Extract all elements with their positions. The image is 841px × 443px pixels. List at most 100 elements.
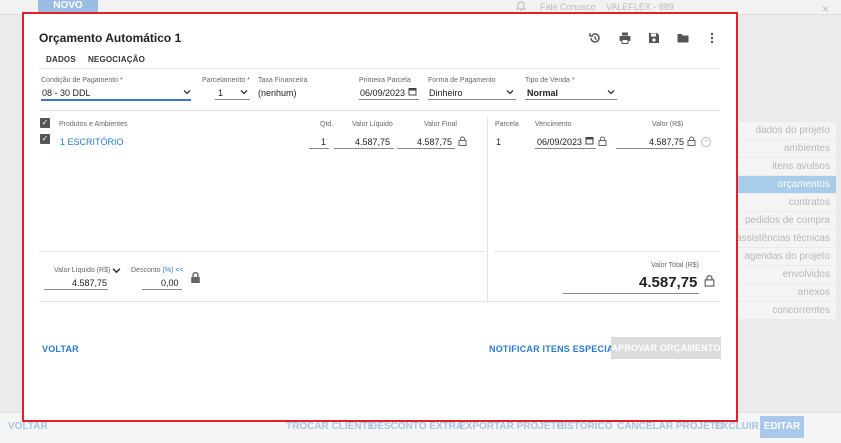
bg-voltar-button[interactable]: VOLTAR (8, 421, 48, 432)
tab-negociacao[interactable]: NEGOCIAÇÃO (88, 55, 145, 64)
editar-button[interactable]: EDITAR (760, 416, 804, 438)
tabs-divider (39, 68, 720, 69)
valor-total: 4.587,75 (639, 274, 698, 291)
lock-icon[interactable] (687, 136, 696, 148)
valor-final-underline (397, 148, 455, 149)
valor-final-cell[interactable]: 4.587,75 (417, 137, 452, 147)
notificar-button[interactable]: NOTIFICAR ITENS ESPECIAIS (489, 344, 623, 354)
cancelar-projeto-button[interactable]: CANCELAR PROJETO (617, 421, 724, 432)
more-vert-icon[interactable] (705, 31, 719, 45)
novo-button[interactable]: NOVO (38, 0, 98, 12)
valor-liquido-underline (334, 148, 394, 149)
valor-liquido-total: 4.587,75 (72, 278, 108, 288)
sidebar-item[interactable]: anexos (736, 284, 836, 301)
lock-icon[interactable] (190, 271, 201, 286)
parcelas-bottom-divider (494, 251, 720, 252)
desconto-toggle[interactable]: (%) << (163, 267, 184, 274)
parcela-header: Parcela (495, 121, 519, 128)
chevron-down-icon[interactable] (607, 88, 615, 98)
condicao-select[interactable]: 08 - 30 DDL (42, 88, 91, 98)
primeira-parcela-label: Primeira Parcela (359, 77, 411, 84)
lock-icon[interactable] (704, 274, 715, 289)
chevron-down-icon[interactable] (183, 88, 191, 98)
valor-liquido-total-label: Valor Líquido (R$) (54, 267, 111, 274)
sidebar-item[interactable]: orçamentos (736, 176, 836, 193)
calendar-icon[interactable] (585, 136, 594, 147)
calendar-icon[interactable] (408, 87, 417, 98)
sidebar-item[interactable]: agendas do projeto (736, 248, 836, 265)
project-sidebar: dados do projeto ambientes itens avulsos or… (736, 122, 836, 320)
vencimento-underline (535, 148, 596, 149)
sidebar-item[interactable]: assistências técnicas (736, 230, 836, 247)
trocar-cliente-button[interactable]: TROCAR CLIENTE (286, 421, 374, 432)
vencimento-header: Vencimento (535, 121, 572, 128)
qtd-underline (309, 148, 329, 149)
valor-liquido-cell[interactable]: 4.587,75 (355, 137, 390, 147)
qtd-header: Qtd. (320, 121, 334, 128)
parcela-valor-input[interactable]: 4.587,75 (649, 137, 684, 147)
sidebar-item[interactable]: itens avulsos (736, 158, 836, 175)
desconto-label-text: Desconto (131, 267, 161, 274)
row-checkbox[interactable]: ✓ (40, 134, 50, 144)
valor-total-label: Valor Total (R$) (651, 262, 699, 269)
aprovar-button[interactable]: APROVAR ORÇAMENTO (611, 337, 721, 359)
vencimento-input[interactable]: 06/09/2023 (537, 137, 582, 147)
valor-liquido-header: Valor Líquido (352, 121, 393, 128)
fields-divider (39, 110, 720, 111)
parcela-number: 1 (496, 137, 502, 147)
tab-bar: DADOS NEGOCIAÇÃO (39, 53, 154, 65)
folder-icon[interactable] (676, 31, 690, 45)
desconto-extra-button[interactable]: DESCONTO EXTRA (370, 421, 463, 432)
orcamento-modal: Orçamento Automático 1 DADOS NEGOCIAÇÃO … (22, 12, 738, 422)
tab-dados[interactable]: DADOS (46, 55, 76, 64)
chevron-down-icon[interactable] (240, 88, 248, 98)
historico-button[interactable]: HISTÓRICO (557, 421, 613, 432)
qtd-input[interactable]: 1 (321, 137, 326, 147)
parcela-valor-underline (616, 148, 684, 149)
chevron-down-icon[interactable] (506, 88, 514, 98)
taxa-label: Taxa Financeira (258, 77, 308, 84)
primeira-parcela-underline (359, 99, 419, 100)
exportar-projeto-button[interactable]: EXPORTAR PROJETO (459, 421, 564, 432)
sidebar-item[interactable]: contratos (736, 194, 836, 211)
sidebar-item[interactable]: envolvidos (736, 266, 836, 283)
forma-pagamento-label: Forma de Pagamento (428, 77, 496, 84)
voltar-button[interactable]: VOLTAR (42, 344, 79, 354)
history-icon[interactable] (588, 31, 602, 45)
parcelamento-underline (215, 99, 250, 100)
select-all-checkbox[interactable]: ✓ (40, 118, 50, 128)
modal-title: Orçamento Automático 1 (39, 31, 182, 45)
tipo-venda-underline (525, 99, 617, 100)
condicao-underline (41, 99, 191, 101)
valor-liquido-total-underline (44, 289, 108, 290)
print-icon[interactable] (618, 31, 632, 45)
parcelamento-select[interactable]: 1 (218, 88, 223, 98)
user-label[interactable]: VALEFLEX - 889 (606, 2, 674, 12)
produtos-header: Produtos e Ambientes (59, 121, 128, 128)
tipo-venda-select[interactable]: Normal (527, 88, 558, 98)
save-icon[interactable] (647, 31, 661, 45)
excluir-button[interactable]: EXCLUIR (715, 421, 759, 432)
products-bottom-divider (39, 251, 486, 252)
close-icon[interactable]: × (822, 2, 829, 16)
contact-link[interactable]: Fale Conosco (540, 2, 596, 12)
forma-pagamento-underline (428, 99, 516, 100)
primeira-parcela-input[interactable]: 06/09/2023 (360, 88, 405, 98)
lock-icon[interactable] (598, 136, 607, 148)
sidebar-item[interactable]: dados do projeto (736, 122, 836, 139)
column-divider (487, 117, 488, 303)
tipo-venda-label: Tipo de Venda * (525, 77, 575, 84)
parcelamento-label: Parcelamento * (202, 77, 250, 84)
lock-icon[interactable] (458, 136, 467, 148)
forma-pagamento-select[interactable]: Dinheiro (429, 88, 463, 98)
product-link[interactable]: 1 ESCRITÓRIO (60, 137, 124, 147)
totals-divider (39, 301, 720, 302)
add-parcela-icon[interactable]: + (701, 137, 711, 147)
desconto-label: Desconto (%) << (131, 267, 184, 274)
sidebar-item[interactable]: pedidos de compra (736, 212, 836, 229)
condicao-label: Condição de Pagamento * (41, 77, 123, 84)
desconto-input[interactable]: 0,00 (161, 278, 179, 288)
chevron-down-icon[interactable] (112, 266, 121, 277)
sidebar-item[interactable]: ambientes (736, 140, 836, 157)
sidebar-item[interactable]: concorrentes (736, 302, 836, 319)
